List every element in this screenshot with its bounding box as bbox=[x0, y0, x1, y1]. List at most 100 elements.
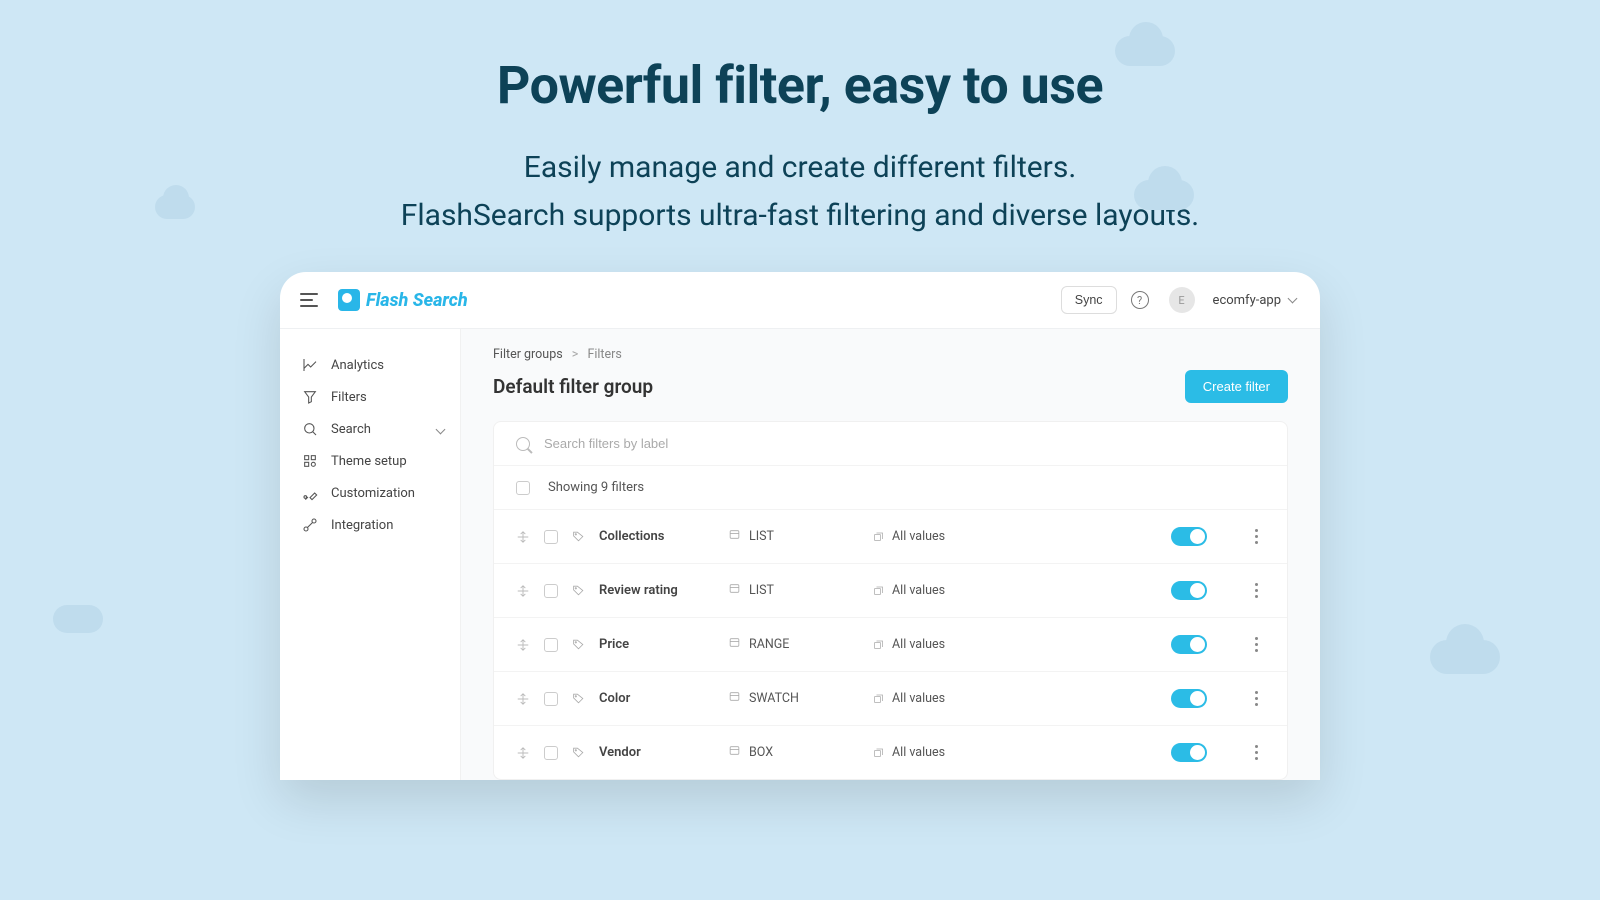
chart-line-icon bbox=[302, 357, 318, 373]
filter-name[interactable]: Collections bbox=[599, 529, 714, 544]
drag-handle-icon[interactable] bbox=[516, 638, 530, 652]
search-icon bbox=[516, 437, 530, 451]
enable-toggle[interactable] bbox=[1171, 689, 1207, 708]
link-icon bbox=[302, 517, 318, 533]
tag-icon bbox=[572, 692, 585, 705]
filter-row: Vendor BOX All values bbox=[494, 725, 1287, 779]
cloud-decoration bbox=[155, 195, 195, 219]
filter-type-column: BOX bbox=[728, 744, 858, 761]
main-content: Filter groups > Filters Default filter g… bbox=[460, 329, 1320, 780]
filter-icon bbox=[302, 389, 318, 405]
select-all-checkbox[interactable] bbox=[516, 481, 530, 495]
filter-values-column: All values bbox=[872, 583, 1157, 598]
filter-type-column: RANGE bbox=[728, 636, 858, 653]
logo-text: Flash Search bbox=[366, 290, 468, 311]
sidebar-item-theme-setup[interactable]: Theme setup bbox=[300, 445, 460, 477]
sidebar-item-search[interactable]: Search bbox=[300, 413, 460, 445]
layout-icon bbox=[728, 582, 741, 599]
filter-values-text: All values bbox=[892, 583, 945, 598]
stack-icon bbox=[872, 585, 884, 597]
grid-icon bbox=[302, 453, 318, 469]
app-logo[interactable]: Flash Search bbox=[338, 289, 468, 311]
search-icon bbox=[302, 421, 318, 437]
hero-subtitle-line1: Easily manage and create different filte… bbox=[524, 150, 1076, 185]
drag-handle-icon[interactable] bbox=[516, 530, 530, 544]
breadcrumb-root[interactable]: Filter groups bbox=[493, 347, 563, 362]
layout-icon bbox=[728, 744, 741, 761]
paint-icon bbox=[302, 485, 318, 501]
app-window: Flash Search Sync ? E ecomfy-app Analyti… bbox=[280, 272, 1320, 780]
drag-handle-icon[interactable] bbox=[516, 584, 530, 598]
sidebar-item-integration[interactable]: Integration bbox=[300, 509, 460, 541]
search-filters-input[interactable] bbox=[544, 436, 1265, 451]
filter-values-text: All values bbox=[892, 529, 945, 544]
sidebar-item-analytics[interactable]: Analytics bbox=[300, 349, 460, 381]
drag-handle-icon[interactable] bbox=[516, 746, 530, 760]
filter-row: Color SWATCH All values bbox=[494, 671, 1287, 725]
chevron-down-icon bbox=[436, 424, 446, 434]
enable-toggle[interactable] bbox=[1171, 581, 1207, 600]
create-filter-button[interactable]: Create filter bbox=[1185, 370, 1288, 403]
filter-values-text: All values bbox=[892, 745, 945, 760]
filter-name[interactable]: Vendor bbox=[599, 745, 714, 760]
row-checkbox[interactable] bbox=[544, 584, 558, 598]
cloud-decoration bbox=[1430, 640, 1500, 674]
filter-name[interactable]: Review rating bbox=[599, 583, 714, 598]
filter-values-text: All values bbox=[892, 637, 945, 652]
row-checkbox[interactable] bbox=[544, 692, 558, 706]
sidebar-item-filters[interactable]: Filters bbox=[300, 381, 460, 413]
topbar: Flash Search Sync ? E ecomfy-app bbox=[280, 272, 1320, 329]
filter-values-text: All values bbox=[892, 691, 945, 706]
row-checkbox[interactable] bbox=[544, 638, 558, 652]
enable-toggle[interactable] bbox=[1171, 743, 1207, 762]
filter-type-value: LIST bbox=[749, 529, 774, 544]
sidebar-item-label: Integration bbox=[331, 518, 393, 533]
sidebar-item-label: Filters bbox=[331, 390, 367, 405]
tag-icon bbox=[572, 746, 585, 759]
sync-button[interactable]: Sync bbox=[1061, 286, 1117, 314]
stack-icon bbox=[872, 693, 884, 705]
filter-type-column: LIST bbox=[728, 528, 858, 545]
cloud-decoration bbox=[53, 605, 103, 633]
help-icon[interactable]: ? bbox=[1131, 291, 1149, 309]
hero-title: Powerful filter, easy to use bbox=[0, 55, 1600, 116]
stack-icon bbox=[872, 531, 884, 543]
filter-type-value: LIST bbox=[749, 583, 774, 598]
breadcrumb: Filter groups > Filters bbox=[493, 347, 1288, 362]
menu-toggle-icon[interactable] bbox=[300, 293, 318, 307]
drag-handle-icon[interactable] bbox=[516, 692, 530, 706]
sidebar-item-customization[interactable]: Customization bbox=[300, 477, 460, 509]
sidebar-item-label: Customization bbox=[331, 486, 415, 501]
tag-icon bbox=[572, 584, 585, 597]
enable-toggle[interactable] bbox=[1171, 635, 1207, 654]
layout-icon bbox=[728, 690, 741, 707]
filters-card: Showing 9 filters Collections LIST All v… bbox=[493, 421, 1288, 780]
tag-icon bbox=[572, 530, 585, 543]
row-checkbox[interactable] bbox=[544, 530, 558, 544]
sidebar-item-label: Analytics bbox=[331, 358, 384, 373]
more-actions-button[interactable] bbox=[1247, 691, 1265, 706]
account-name: ecomfy-app bbox=[1213, 293, 1281, 308]
more-actions-button[interactable] bbox=[1247, 529, 1265, 544]
stack-icon bbox=[872, 639, 884, 651]
more-actions-button[interactable] bbox=[1247, 583, 1265, 598]
filter-type-value: SWATCH bbox=[749, 691, 799, 706]
more-actions-button[interactable] bbox=[1247, 745, 1265, 760]
page-title: Default filter group bbox=[493, 375, 653, 398]
enable-toggle[interactable] bbox=[1171, 527, 1207, 546]
account-menu[interactable]: E ecomfy-app bbox=[1169, 287, 1296, 313]
sidebar: Analytics Filters Search Theme setup Cus… bbox=[280, 329, 460, 780]
filter-values-column: All values bbox=[872, 529, 1157, 544]
filter-name[interactable]: Color bbox=[599, 691, 714, 706]
row-checkbox[interactable] bbox=[544, 746, 558, 760]
filter-name[interactable]: Price bbox=[599, 637, 714, 652]
more-actions-button[interactable] bbox=[1247, 637, 1265, 652]
stack-icon bbox=[872, 747, 884, 759]
showing-count: Showing 9 filters bbox=[548, 480, 644, 495]
sidebar-item-label: Theme setup bbox=[331, 454, 407, 469]
filter-type-column: SWATCH bbox=[728, 690, 858, 707]
layout-icon bbox=[728, 636, 741, 653]
filter-type-column: LIST bbox=[728, 582, 858, 599]
hero-subtitle-line2: FlashSearch supports ultra-fast filterin… bbox=[401, 198, 1199, 233]
logo-mark-icon bbox=[338, 289, 360, 311]
